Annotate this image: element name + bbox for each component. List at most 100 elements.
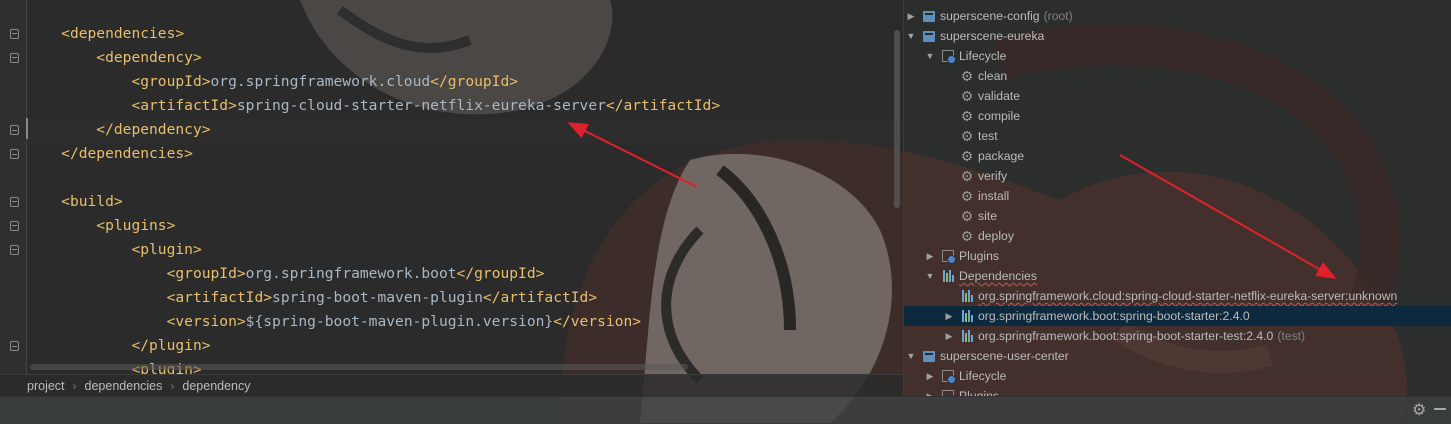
- gear-icon: ⚙: [960, 148, 974, 164]
- breadcrumb: project › dependencies › dependency: [0, 374, 903, 396]
- code-line[interactable]: <groupId>org.springframework.cloud</grou…: [26, 70, 903, 94]
- tree-row-install[interactable]: ⚙ install: [904, 186, 1451, 206]
- tree-row-label: verify: [978, 169, 1008, 183]
- code-line[interactable]: </plugin>: [26, 334, 903, 358]
- gear-icon: ⚙: [960, 68, 974, 84]
- xml-tag: </artifactId>: [605, 97, 721, 114]
- expand-down-icon[interactable]: ▼: [925, 51, 935, 61]
- tree-row-lifecycle[interactable]: ▼ Lifecycle: [904, 46, 1451, 66]
- tree-row-eureka-server-dependency[interactable]: org.springframework.cloud:spring-cloud-s…: [904, 286, 1451, 306]
- project-icon: [922, 29, 936, 43]
- fold-marker[interactable]: [10, 29, 19, 39]
- tree-row-compile[interactable]: ⚙ compile: [904, 106, 1451, 126]
- fold-marker[interactable]: [10, 53, 19, 63]
- code-line[interactable]: <plugins>: [26, 214, 903, 238]
- code-line[interactable]: <artifactId>spring-boot-maven-plugin</ar…: [26, 286, 903, 310]
- code-line[interactable]: <dependency>: [26, 46, 903, 70]
- expand-right-icon[interactable]: ▶: [906, 11, 916, 22]
- maven-projects-tree[interactable]: ▶ superscene-config (root) ▼ superscene-eure…: [904, 0, 1451, 396]
- tree-row-label: deploy: [978, 229, 1014, 243]
- xml-text: ${spring-boot-maven-plugin.version}: [245, 313, 554, 330]
- code-line[interactable]: <groupId>org.springframework.boot</group…: [26, 262, 903, 286]
- tree-row-spring-boot-starter-test[interactable]: ▶ org.springframework.boot:spring-boot-st…: [904, 326, 1451, 346]
- xml-text: org.springframework.boot: [245, 265, 457, 282]
- breadcrumb-item-project[interactable]: project: [27, 379, 65, 393]
- gear-icon: ⚙: [960, 188, 974, 204]
- settings-gear-icon[interactable]: ⚙: [1412, 400, 1426, 420]
- fold-marker[interactable]: [10, 221, 19, 231]
- breadcrumb-item-dependencies[interactable]: dependencies: [85, 379, 163, 393]
- tree-row-user-center-lifecycle[interactable]: ▶ Lifecycle: [904, 366, 1451, 386]
- project-icon: [922, 9, 936, 23]
- tree-row-label: org.springframework.cloud:spring-cloud-s…: [978, 289, 1398, 303]
- tree-row-superscene-eureka[interactable]: ▼ superscene-eureka: [904, 26, 1451, 46]
- xml-tag: </groupId>: [456, 265, 545, 282]
- tree-row-label: validate: [978, 89, 1021, 103]
- tree-row-site[interactable]: ⚙ site: [904, 206, 1451, 226]
- expand-right-icon[interactable]: ▶: [925, 251, 935, 262]
- gear-icon: ⚙: [960, 128, 974, 144]
- library-icon: [960, 289, 974, 303]
- tree-row-package[interactable]: ⚙ package: [904, 146, 1451, 166]
- xml-tag: <groupId>: [166, 265, 246, 282]
- tree-row-label: org.springframework.boot:spring-boot-sta…: [978, 329, 1274, 343]
- code-line[interactable]: <dependencies>: [26, 22, 903, 46]
- panel-divider[interactable]: [903, 0, 904, 396]
- editor-gutter: [0, 0, 27, 374]
- xml-tag: </groupId>: [430, 73, 519, 90]
- xml-text: spring-boot-maven-plugin: [272, 289, 483, 306]
- minimize-icon[interactable]: [1434, 408, 1446, 410]
- xml-tag: <dependencies>: [61, 25, 185, 42]
- tree-row-deploy[interactable]: ⚙ deploy: [904, 226, 1451, 246]
- breadcrumb-item-dependency[interactable]: dependency: [182, 379, 250, 393]
- plugins-icon: [941, 249, 956, 264]
- code-line[interactable]: </dependencies>: [26, 142, 903, 166]
- code-line[interactable]: </dependency>: [26, 118, 903, 142]
- xml-tag: </artifactId>: [482, 289, 598, 306]
- editor-vertical-scrollbar[interactable]: [894, 30, 900, 208]
- fold-marker[interactable]: [10, 197, 19, 207]
- tree-row-label: Lifecycle: [959, 49, 1007, 63]
- tree-row-label: compile: [978, 109, 1020, 123]
- xml-text: spring-cloud-starter-netflix-eureka-serv…: [236, 97, 606, 114]
- tree-row-test[interactable]: ⚙ test: [904, 126, 1451, 146]
- tree-row-superscene-config[interactable]: ▶ superscene-config (root): [904, 6, 1451, 26]
- code-editor[interactable]: <dependencies> <dependency> <groupId>org…: [0, 0, 903, 374]
- xml-tag: <version>: [166, 313, 246, 330]
- expand-right-icon[interactable]: ▶: [944, 311, 954, 322]
- expand-right-icon[interactable]: ▶: [944, 331, 954, 342]
- tree-row-validate[interactable]: ⚙ validate: [904, 86, 1451, 106]
- tree-row-spring-boot-starter[interactable]: ▶ org.springframework.boot:spring-boot-st…: [904, 306, 1451, 326]
- editor-horizontal-scrollbar[interactable]: [30, 364, 688, 370]
- fold-marker[interactable]: [10, 245, 19, 255]
- tree-row-superscene-user-center[interactable]: ▼ superscene-user-center: [904, 346, 1451, 366]
- expand-down-icon[interactable]: ▼: [906, 31, 916, 41]
- xml-tag: </dependency>: [96, 121, 211, 138]
- code-line[interactable]: <artifactId>spring-cloud-starter-netflix…: [26, 94, 903, 118]
- lifecycle-icon: [941, 49, 956, 64]
- fold-marker[interactable]: [10, 341, 19, 351]
- tree-row-dependencies[interactable]: ▼ Dependencies: [904, 266, 1451, 286]
- xml-tag: </dependencies>: [61, 145, 193, 162]
- code-line[interactable]: [26, 166, 903, 190]
- fold-marker[interactable]: [10, 125, 19, 135]
- tree-row-clean[interactable]: ⚙ clean: [904, 66, 1451, 86]
- code-line[interactable]: <version>${spring-boot-maven-plugin.vers…: [26, 310, 903, 334]
- tree-row-plugins[interactable]: ▶ Plugins: [904, 246, 1451, 266]
- fold-marker[interactable]: [10, 149, 19, 159]
- expand-down-icon[interactable]: ▼: [906, 351, 916, 361]
- expand-down-icon[interactable]: ▼: [925, 271, 935, 281]
- code-line[interactable]: <build>: [26, 190, 903, 214]
- tree-row-suffix: (test): [1277, 329, 1306, 343]
- tree-row-verify[interactable]: ⚙ verify: [904, 166, 1451, 186]
- expand-right-icon[interactable]: ▶: [925, 371, 935, 382]
- tree-row-user-center-plugins[interactable]: ▶ Plugins: [904, 386, 1451, 396]
- code-content[interactable]: <dependencies> <dependency> <groupId>org…: [26, 22, 903, 374]
- code-line[interactable]: <plugin>: [26, 238, 903, 262]
